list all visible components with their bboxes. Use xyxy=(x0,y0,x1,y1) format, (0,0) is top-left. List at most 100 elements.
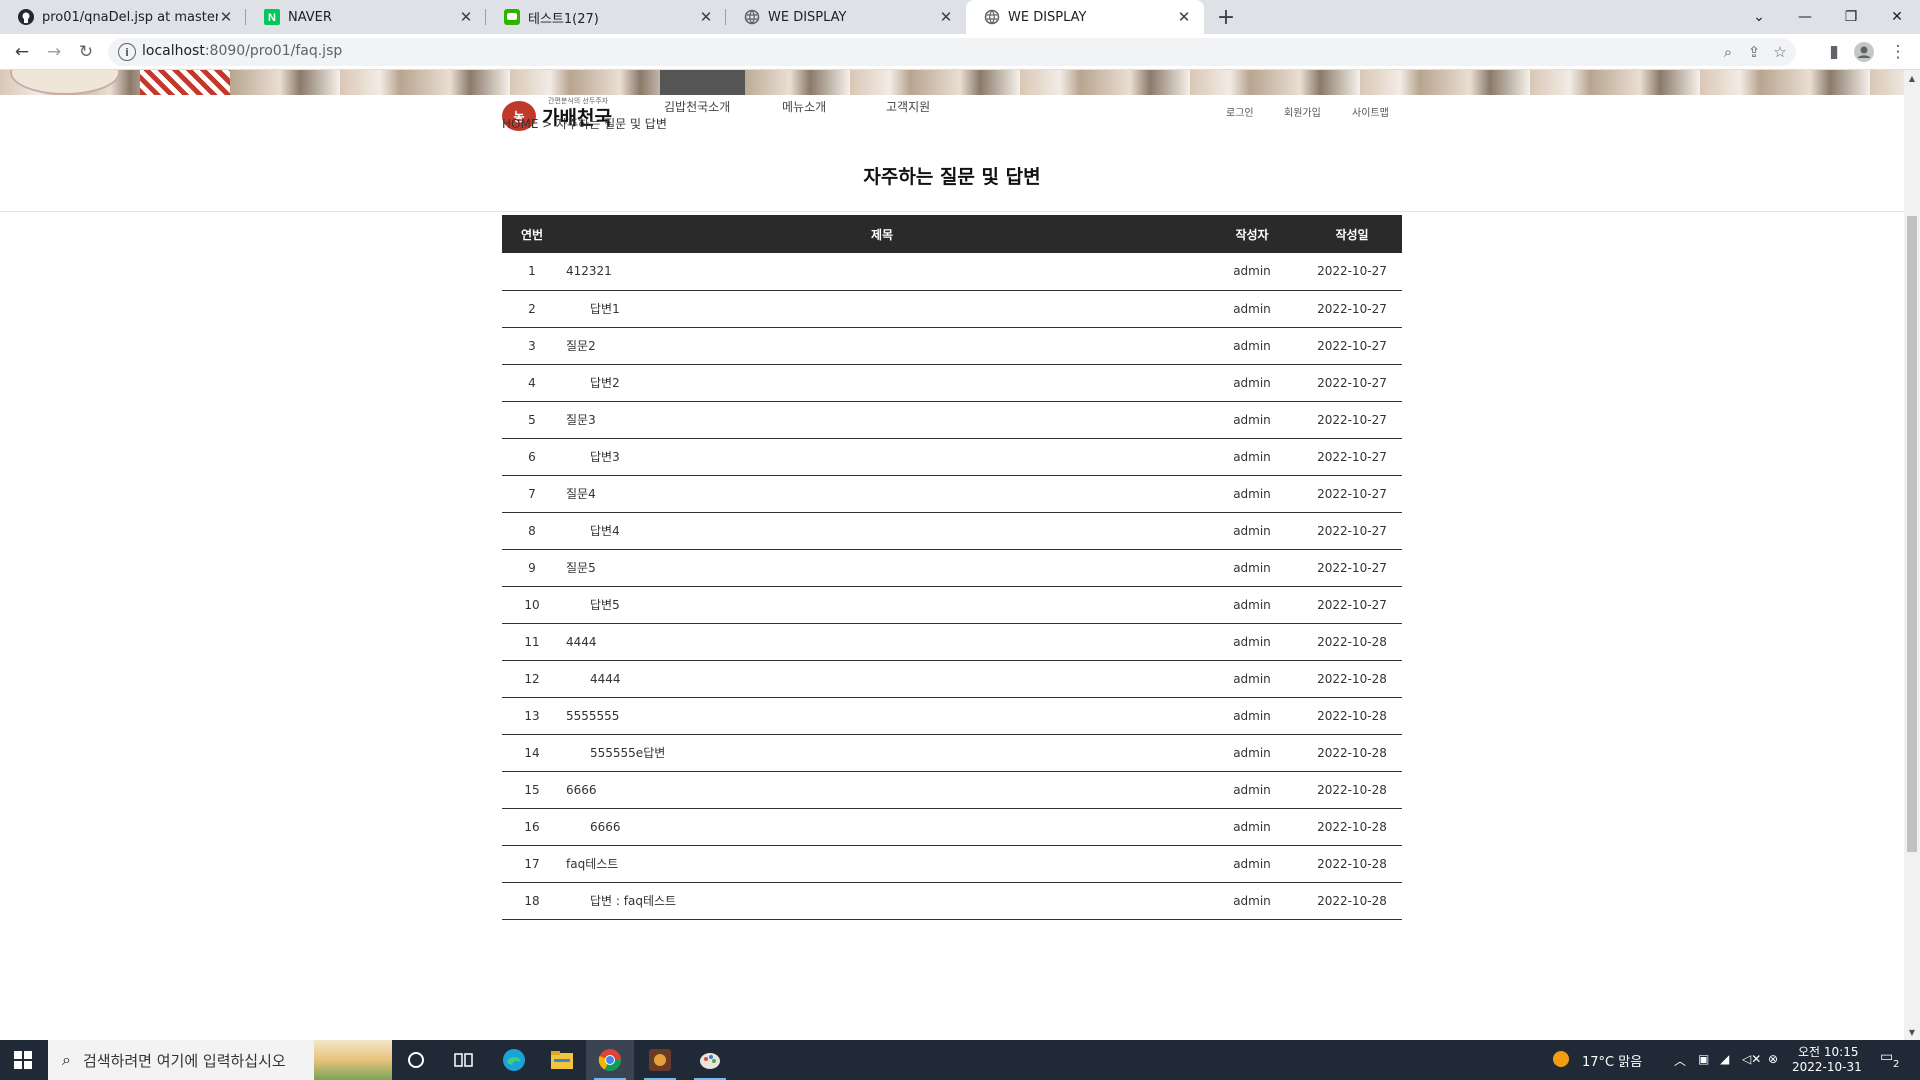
nav-item-support[interactable]: 고객지원 xyxy=(886,98,930,115)
url-text[interactable]: localhost:8090/pro01/faq.jsp xyxy=(142,43,342,59)
tab-we-display-active[interactable]: WE DISPLAY ✕ xyxy=(966,0,1204,34)
row-title-link[interactable]: 4444 xyxy=(562,660,1202,697)
volume-muted-icon[interactable]: ◁✕ xyxy=(1742,1052,1761,1066)
row-title-link[interactable]: 질문2 xyxy=(562,327,1202,364)
table-row[interactable]: 10 답변5 admin 2022-10-27 xyxy=(502,586,1402,623)
address-bar[interactable]: i localhost:8090/pro01/faq.jsp ⌕ ⇪ ☆ xyxy=(108,38,1796,66)
table-row[interactable]: 5 질문3 admin 2022-10-27 xyxy=(502,401,1402,438)
minimize-icon[interactable]: — xyxy=(1782,0,1828,34)
paint-app-icon[interactable] xyxy=(686,1040,734,1080)
row-writer: admin xyxy=(1233,597,1271,612)
tab-naver[interactable]: N NAVER ✕ xyxy=(246,0,486,34)
row-title-link[interactable]: 5555555 xyxy=(562,697,1202,734)
profile-avatar-icon[interactable] xyxy=(1852,40,1876,64)
row-title-link[interactable]: faq테스트 xyxy=(562,845,1202,882)
table-row[interactable]: 12 4444 admin 2022-10-28 xyxy=(502,660,1402,697)
close-tab-icon[interactable]: ✕ xyxy=(1176,8,1192,26)
tab-github[interactable]: pro01/qnaDel.jsp at master · ok ✕ xyxy=(0,0,246,34)
zoom-icon[interactable]: ⌕ xyxy=(1716,40,1740,64)
nav-item-about[interactable]: 김밥천국소개 xyxy=(664,98,730,115)
tab-we-display[interactable]: WE DISPLAY ✕ xyxy=(726,0,966,34)
chevron-up-icon[interactable]: ︿ xyxy=(1674,1052,1686,1069)
table-row[interactable]: 17 faq테스트 admin 2022-10-28 xyxy=(502,845,1402,882)
weather-sun-icon[interactable] xyxy=(1552,1050,1570,1071)
row-writer: admin xyxy=(1233,856,1271,871)
row-title-link[interactable]: 6666 xyxy=(562,771,1202,808)
row-title-link[interactable]: 질문3 xyxy=(562,401,1202,438)
new-tab-icon[interactable]: + xyxy=(1214,5,1238,30)
forward-icon[interactable]: → xyxy=(42,40,66,64)
row-title-link[interactable]: 답변4 xyxy=(562,512,1202,549)
close-window-icon[interactable]: ✕ xyxy=(1874,0,1920,34)
camera-icon[interactable]: ▣ xyxy=(1698,1052,1709,1066)
start-button[interactable] xyxy=(0,1040,46,1080)
table-row[interactable]: 16 6666 admin 2022-10-28 xyxy=(502,808,1402,845)
table-row[interactable]: 9 질문5 admin 2022-10-27 xyxy=(502,549,1402,586)
share-icon[interactable]: ⇪ xyxy=(1742,40,1766,64)
bookmark-star-icon[interactable]: ☆ xyxy=(1768,40,1792,64)
tab-search-icon[interactable]: ⌄ xyxy=(1736,0,1782,34)
table-row[interactable]: 3 질문2 admin 2022-10-27 xyxy=(502,327,1402,364)
row-title-link[interactable]: 412321 xyxy=(562,253,1202,290)
table-row[interactable]: 1 412321 admin 2022-10-27 xyxy=(502,253,1402,290)
scrollbar-thumb[interactable] xyxy=(1907,216,1917,852)
naver-icon: N xyxy=(264,9,280,25)
row-title-link[interactable]: 555555e답변 xyxy=(562,734,1202,771)
table-row[interactable]: 4 답변2 admin 2022-10-27 xyxy=(502,364,1402,401)
table-row[interactable]: 15 6666 admin 2022-10-28 xyxy=(502,771,1402,808)
weather-text[interactable]: 17°C 맑음 xyxy=(1582,1051,1642,1070)
table-row[interactable]: 2 답변1 admin 2022-10-27 xyxy=(502,290,1402,327)
cortana-icon[interactable] xyxy=(392,1040,440,1080)
row-title-link[interactable]: 질문5 xyxy=(562,549,1202,586)
scroll-down-arrow-icon[interactable]: ▼ xyxy=(1904,1024,1920,1040)
signup-link[interactable]: 회원가입 xyxy=(1284,104,1321,119)
table-row[interactable]: 11 4444 admin 2022-10-28 xyxy=(502,623,1402,660)
close-tab-icon[interactable]: ✕ xyxy=(458,8,474,26)
site-info-icon[interactable]: i xyxy=(118,43,136,61)
table-row[interactable]: 7 질문4 admin 2022-10-27 xyxy=(502,475,1402,512)
login-link[interactable]: 로그인 xyxy=(1226,104,1254,119)
taskbar-search-box[interactable]: ⌕ 검색하려면 여기에 입력하십시오 xyxy=(48,1040,392,1080)
menu-kebab-icon[interactable]: ⋮ xyxy=(1886,40,1910,64)
chrome-icon[interactable] xyxy=(586,1040,634,1080)
game-app-icon[interactable] xyxy=(636,1040,684,1080)
sitemap-link[interactable]: 사이트맵 xyxy=(1352,104,1389,119)
clock-time[interactable]: 오전 10:15 xyxy=(1798,1043,1858,1060)
edge-icon[interactable] xyxy=(490,1040,538,1080)
task-view-icon[interactable] xyxy=(440,1040,488,1080)
side-panel-icon[interactable]: ▮ xyxy=(1822,40,1846,64)
row-date: 2022-10-28 xyxy=(1317,893,1387,908)
table-row[interactable]: 8 답변4 admin 2022-10-27 xyxy=(502,512,1402,549)
close-tab-icon[interactable]: ✕ xyxy=(218,8,234,26)
row-no: 12 xyxy=(524,671,540,686)
breadcrumb: HOME > 자주하는 질문 및 답변 xyxy=(502,117,667,131)
row-title-link[interactable]: 답변3 xyxy=(562,438,1202,475)
status-x-icon[interactable]: ⊗ xyxy=(1768,1052,1778,1066)
row-title-link[interactable]: 6666 xyxy=(562,808,1202,845)
table-row[interactable]: 18 답변 : faq테스트 admin 2022-10-28 xyxy=(502,882,1402,919)
back-icon[interactable]: ← xyxy=(10,40,34,64)
row-title-link[interactable]: 답변1 xyxy=(562,290,1202,327)
clock-date[interactable]: 2022-10-31 xyxy=(1792,1060,1862,1074)
row-title-link[interactable]: 답변5 xyxy=(562,586,1202,623)
restore-icon[interactable]: ❐ xyxy=(1828,0,1874,34)
close-tab-icon[interactable]: ✕ xyxy=(698,8,714,26)
row-title-link[interactable]: 4444 xyxy=(562,623,1202,660)
row-title-link[interactable]: 질문4 xyxy=(562,475,1202,512)
page-scrollbar[interactable]: ▲ ▼ xyxy=(1904,70,1920,1040)
file-explorer-icon[interactable] xyxy=(538,1040,586,1080)
row-title-link[interactable]: 답변2 xyxy=(562,364,1202,401)
tab-chat[interactable]: 테스트1(27) ✕ xyxy=(486,0,726,34)
table-row[interactable]: 6 답변3 admin 2022-10-27 xyxy=(502,438,1402,475)
scroll-up-arrow-icon[interactable]: ▲ xyxy=(1904,70,1920,86)
table-row[interactable]: 13 5555555 admin 2022-10-28 xyxy=(502,697,1402,734)
nav-item-menu[interactable]: 메뉴소개 xyxy=(782,98,826,115)
reload-icon[interactable]: ↻ xyxy=(74,40,98,64)
table-header-row: 연번 제목 작성자 작성일 xyxy=(502,215,1402,253)
row-title-link[interactable]: 답변 : faq테스트 xyxy=(562,882,1202,919)
network-icon[interactable]: ◢ xyxy=(1720,1052,1729,1066)
notification-center-icon[interactable]: ▭ xyxy=(1880,1049,1893,1065)
table-row[interactable]: 14 555555e답변 admin 2022-10-28 xyxy=(502,734,1402,771)
search-highlight-illustration xyxy=(314,1040,392,1080)
close-tab-icon[interactable]: ✕ xyxy=(938,8,954,26)
